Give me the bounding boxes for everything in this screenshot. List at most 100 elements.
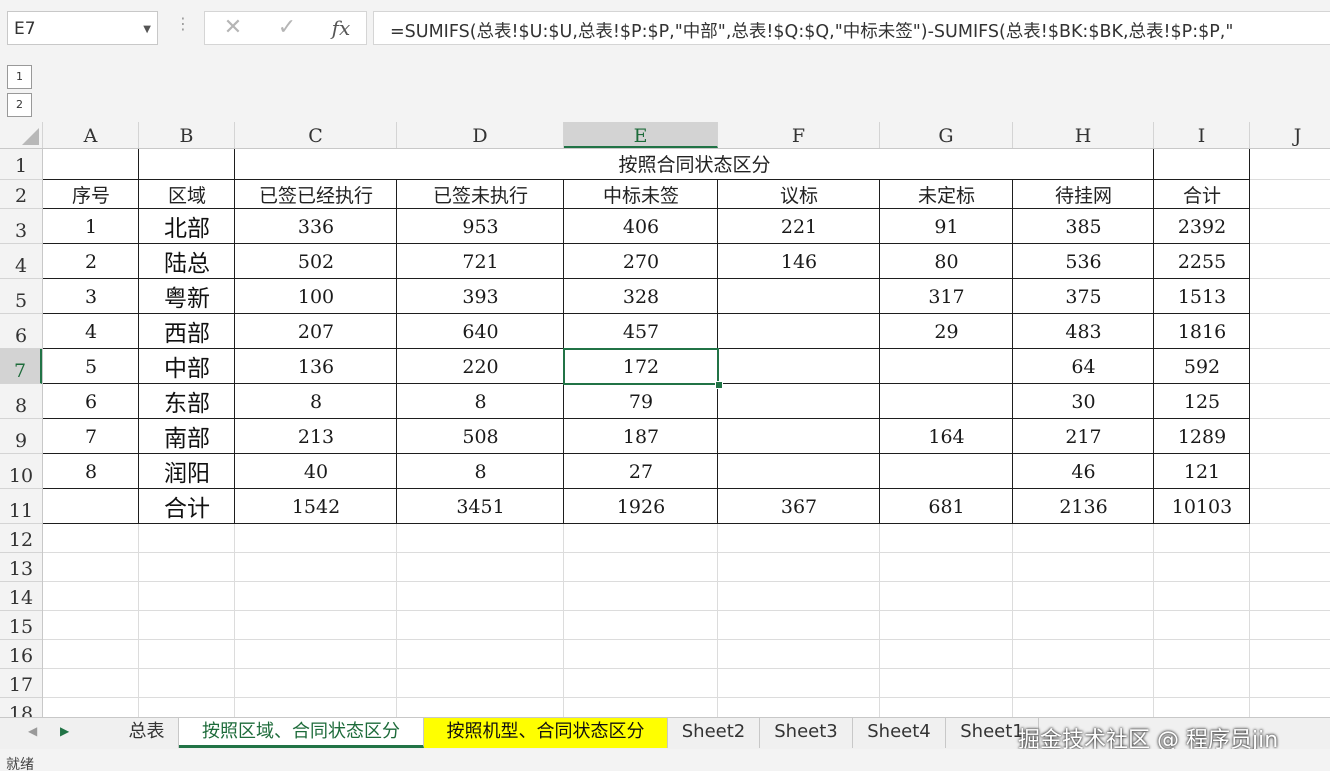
column-header-b[interactable]: B: [139, 122, 235, 148]
data-cell[interactable]: [718, 454, 880, 489]
data-cell[interactable]: 592: [1154, 349, 1250, 384]
chevron-down-icon[interactable]: ▼: [143, 24, 151, 35]
data-cell[interactable]: 8: [235, 384, 397, 419]
row-header-1[interactable]: 1: [0, 149, 42, 180]
outline-level-2-button[interactable]: 2: [7, 93, 32, 117]
data-cell[interactable]: 1926: [564, 489, 718, 524]
data-cell[interactable]: 136: [235, 349, 397, 384]
name-box[interactable]: E7 ▼: [7, 11, 158, 45]
data-cell[interactable]: 2255: [1154, 244, 1250, 279]
row-header-7[interactable]: 7: [0, 349, 42, 384]
data-cell[interactable]: 30: [1013, 384, 1154, 419]
data-cell[interactable]: 375: [1013, 279, 1154, 314]
row-header-13[interactable]: 13: [0, 553, 42, 582]
region-cell[interactable]: 粤新: [139, 279, 235, 314]
data-cell[interactable]: 46: [1013, 454, 1154, 489]
data-cell[interactable]: 367: [718, 489, 880, 524]
data-cell[interactable]: 29: [880, 314, 1013, 349]
data-cell[interactable]: 1513: [1154, 279, 1250, 314]
select-all-button[interactable]: [0, 122, 43, 148]
region-cell[interactable]: 合计: [139, 489, 235, 524]
insert-function-button[interactable]: fx: [321, 15, 361, 41]
column-header-c[interactable]: C: [235, 122, 397, 148]
column-header-a[interactable]: A: [43, 122, 139, 148]
data-cell[interactable]: 3451: [397, 489, 564, 524]
column-header-h[interactable]: H: [1013, 122, 1154, 148]
data-cell[interactable]: 5: [43, 349, 139, 384]
sheet-tab-sheet2[interactable]: Sheet2: [668, 718, 760, 748]
data-cell[interactable]: 8: [43, 454, 139, 489]
data-cell[interactable]: 8: [397, 454, 564, 489]
region-cell[interactable]: 东部: [139, 384, 235, 419]
row-header-5[interactable]: 5: [0, 279, 42, 314]
data-cell[interactable]: 2392: [1154, 209, 1250, 244]
data-cell[interactable]: 6: [43, 384, 139, 419]
data-cell[interactable]: 79: [564, 384, 718, 419]
data-cell[interactable]: 187: [564, 419, 718, 454]
data-cell[interactable]: 207: [235, 314, 397, 349]
row-header-17[interactable]: 17: [0, 669, 42, 698]
row-header-18[interactable]: 18: [0, 698, 42, 717]
data-cell[interactable]: 40: [235, 454, 397, 489]
region-cell[interactable]: 陆总: [139, 244, 235, 279]
data-cell[interactable]: [718, 384, 880, 419]
data-cell[interactable]: 3: [43, 279, 139, 314]
data-cell[interactable]: 1289: [1154, 419, 1250, 454]
row-header-10[interactable]: 10: [0, 454, 42, 489]
data-cell[interactable]: [43, 489, 139, 524]
row-header-14[interactable]: 14: [0, 582, 42, 611]
column-header-i[interactable]: I: [1154, 122, 1250, 148]
data-cell[interactable]: 502: [235, 244, 397, 279]
region-cell[interactable]: 南部: [139, 419, 235, 454]
data-cell[interactable]: 220: [397, 349, 564, 384]
cell-grid[interactable]: 按照合同状态区分 序号 区域 已签已经执行 已签未执行 中标未签 议标 未定标 待挂网 合计 1 北部…: [43, 149, 1330, 717]
data-cell[interactable]: 80: [880, 244, 1013, 279]
data-cell[interactable]: [718, 279, 880, 314]
region-cell[interactable]: 西部: [139, 314, 235, 349]
data-cell[interactable]: 8: [397, 384, 564, 419]
data-cell[interactable]: 536: [1013, 244, 1154, 279]
column-header-d[interactable]: D: [397, 122, 564, 148]
row-header-2[interactable]: 2: [0, 180, 42, 209]
data-cell[interactable]: [718, 349, 880, 384]
data-cell[interactable]: [718, 314, 880, 349]
data-cell[interactable]: 10103: [1154, 489, 1250, 524]
data-cell[interactable]: 221: [718, 209, 880, 244]
data-cell[interactable]: 164: [880, 419, 1013, 454]
formula-input[interactable]: =SUMIFS(总表!$U:$U,总表!$P:$P,"中部",总表!$Q:$Q,…: [373, 11, 1330, 45]
data-cell[interactable]: 4: [43, 314, 139, 349]
data-cell[interactable]: 336: [235, 209, 397, 244]
data-cell[interactable]: 1542: [235, 489, 397, 524]
region-cell[interactable]: 北部: [139, 209, 235, 244]
data-cell[interactable]: 393: [397, 279, 564, 314]
scroll-tabs-right-icon[interactable]: ▶: [60, 724, 69, 738]
column-header-g[interactable]: G: [880, 122, 1013, 148]
data-cell[interactable]: 64: [1013, 349, 1154, 384]
row-header-8[interactable]: 8: [0, 384, 42, 419]
row-header-11[interactable]: 11: [0, 489, 42, 524]
data-cell[interactable]: 213: [235, 419, 397, 454]
fill-handle[interactable]: [715, 381, 723, 389]
column-header-f[interactable]: F: [718, 122, 880, 148]
data-cell[interactable]: 27: [564, 454, 718, 489]
data-cell[interactable]: 125: [1154, 384, 1250, 419]
outline-level-1-button[interactable]: 1: [7, 65, 32, 89]
data-cell[interactable]: 7: [43, 419, 139, 454]
data-cell[interactable]: 681: [880, 489, 1013, 524]
data-cell[interactable]: [880, 384, 1013, 419]
data-cell[interactable]: 121: [1154, 454, 1250, 489]
row-header-6[interactable]: 6: [0, 314, 42, 349]
row-header-16[interactable]: 16: [0, 640, 42, 669]
data-cell[interactable]: 328: [564, 279, 718, 314]
region-cell[interactable]: 润阳: [139, 454, 235, 489]
region-cell[interactable]: 中部: [139, 349, 235, 384]
data-cell[interactable]: 483: [1013, 314, 1154, 349]
column-header-j[interactable]: J: [1250, 122, 1330, 148]
data-cell[interactable]: 2136: [1013, 489, 1154, 524]
row-header-4[interactable]: 4: [0, 244, 42, 279]
sheet-tab-zongbiao[interactable]: 总表: [115, 718, 179, 748]
sheet-tab-sheet4[interactable]: Sheet4: [853, 718, 946, 748]
data-cell[interactable]: [718, 419, 880, 454]
data-cell[interactable]: 508: [397, 419, 564, 454]
data-cell[interactable]: 100: [235, 279, 397, 314]
